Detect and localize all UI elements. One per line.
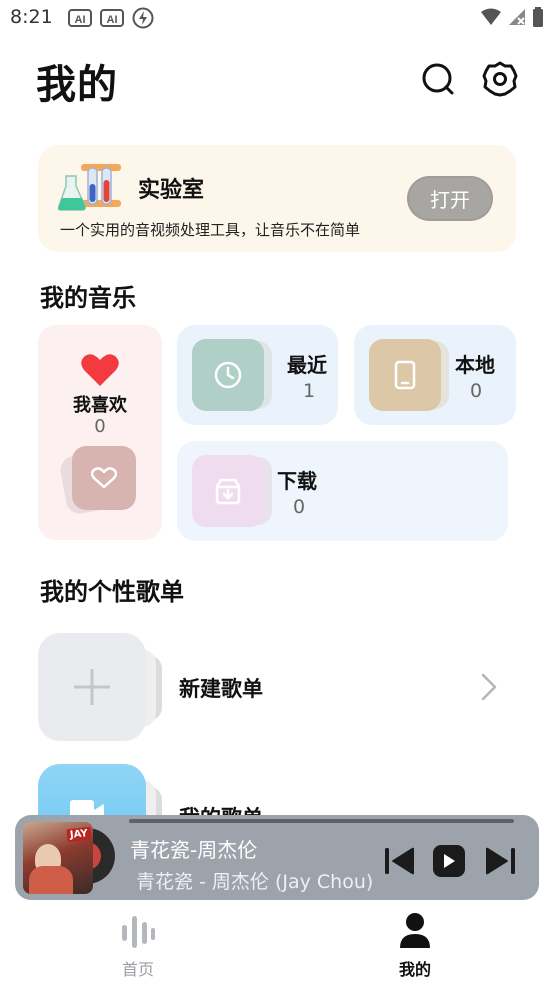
album-cover: JAY — [23, 822, 93, 894]
local-tile[interactable]: 本地 0 — [354, 325, 516, 425]
battery-icon — [533, 7, 543, 27]
song-title: 青花瓷-周杰伦 — [130, 838, 258, 862]
player-progress-bar[interactable] — [129, 819, 514, 823]
download-label: 下载 — [277, 469, 317, 493]
favorites-count: 0 — [94, 416, 106, 437]
page-title: 我的 — [36, 62, 118, 108]
nav-home[interactable]: 首页 — [88, 906, 188, 979]
ai-notification-icon-2: AI — [100, 9, 124, 27]
recent-count: 1 — [303, 380, 316, 402]
my-playlist-cover — [38, 764, 146, 815]
status-system-icons — [480, 7, 544, 27]
heart-icon — [81, 354, 119, 386]
search-icon — [422, 63, 454, 95]
song-artist: 青花瓷 - 周杰伦 (Jay Chou) — [136, 871, 374, 893]
search-button[interactable] — [418, 59, 458, 99]
status-notification-icons: AI AI — [68, 7, 154, 29]
svg-text:AI: AI — [107, 14, 118, 26]
album-art[interactable]: JAY — [23, 822, 115, 894]
recent-label: 最近 — [287, 353, 327, 377]
lab-flask-icon — [57, 162, 124, 218]
nav-home-label: 首页 — [121, 960, 154, 979]
heart-outline-icon — [91, 467, 117, 489]
phone-icon — [394, 360, 416, 390]
svg-text:AI: AI — [75, 14, 86, 26]
favorites-cover — [72, 446, 136, 510]
plus-icon — [74, 669, 110, 705]
wifi-icon — [481, 8, 501, 25]
my-playlist-row[interactable]: 我的歌单 — [38, 764, 516, 815]
download-count: 0 — [293, 496, 306, 518]
my-music-title: 我的音乐 — [40, 284, 136, 312]
next-button[interactable] — [484, 846, 516, 880]
settings-button[interactable] — [480, 59, 520, 99]
nav-mine-label: 我的 — [398, 960, 431, 979]
skip-next-icon — [486, 847, 515, 875]
favorites-label: 我喜欢 — [73, 395, 127, 416]
skip-previous-icon — [385, 847, 414, 875]
album-label: JAY — [66, 826, 92, 843]
favorites-tile[interactable]: 我喜欢 0 — [38, 325, 162, 540]
download-tile[interactable]: 下载 0 — [177, 441, 508, 541]
play-button[interactable] — [433, 845, 465, 877]
ai-notification-icon: AI — [68, 9, 92, 27]
playlists-title: 我的个性歌单 — [40, 578, 184, 606]
play-icon — [444, 854, 455, 868]
settings-icon — [482, 61, 518, 97]
local-label: 本地 — [455, 353, 495, 377]
lab-open-button[interactable]: 打开 — [407, 176, 493, 221]
new-playlist-label: 新建歌单 — [179, 677, 263, 701]
new-playlist-row[interactable]: 新建歌单 — [38, 633, 516, 741]
flash-icon — [132, 7, 154, 29]
local-cover — [369, 339, 441, 411]
nav-mine[interactable]: 我的 — [365, 906, 465, 979]
local-count: 0 — [470, 380, 483, 402]
signal-icon — [509, 9, 525, 25]
lab-description: 一个实用的音视频处理工具，让音乐不在简单 — [60, 221, 361, 239]
my-playlist-label: 我的歌单 — [179, 802, 263, 815]
new-playlist-cover — [38, 633, 146, 741]
lab-title: 实验室 — [138, 178, 205, 203]
download-box-icon — [215, 478, 241, 505]
download-cover — [192, 455, 264, 527]
previous-button[interactable] — [384, 846, 416, 880]
clock-icon — [214, 361, 242, 389]
status-time: 8:21 — [10, 6, 53, 28]
home-waveform-icon — [122, 916, 155, 948]
recent-cover — [192, 339, 264, 411]
recent-tile[interactable]: 最近 1 — [177, 325, 338, 425]
user-icon — [400, 913, 430, 948]
chevron-right-icon — [481, 673, 497, 701]
playlist-icon — [70, 800, 104, 815]
